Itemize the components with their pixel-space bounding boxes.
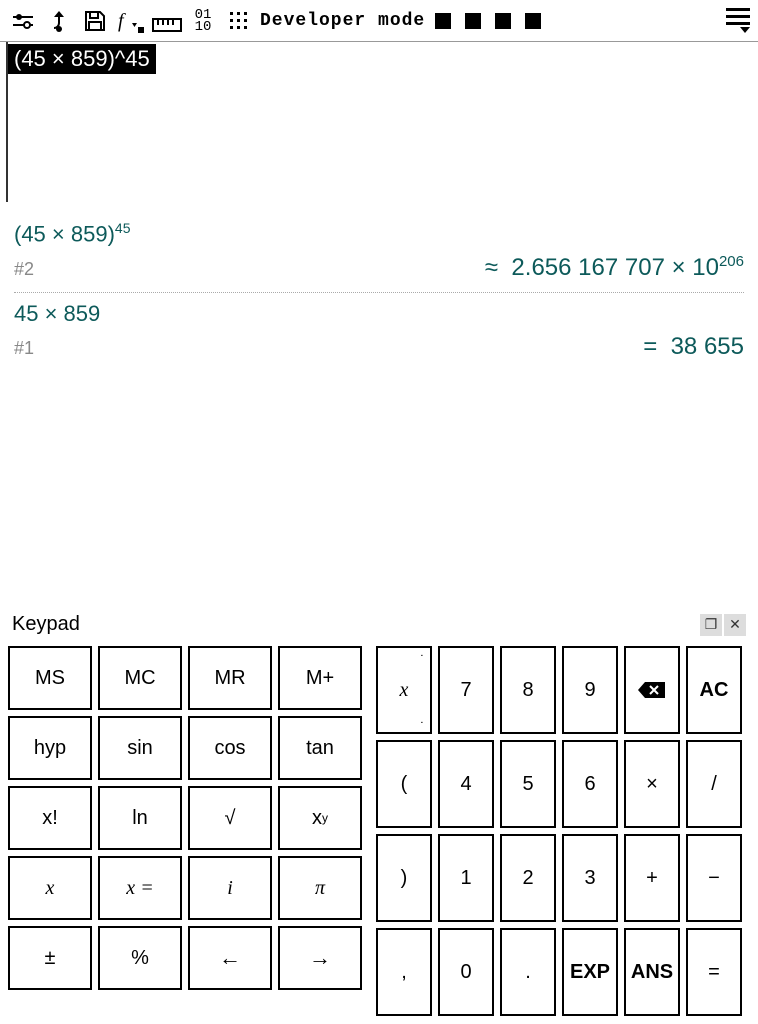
placeholder-icon[interactable] — [525, 13, 541, 29]
keypad-key-MC[interactable]: MC — [98, 646, 182, 710]
keypad-panel: Keypad ❐ ✕ MSMCMRM+hypsincostanx!ln√xyxx… — [0, 601, 758, 1024]
menu-icon[interactable] — [718, 8, 750, 33]
keypad-key-ANS[interactable]: ANS — [624, 928, 680, 1016]
keypad-key-2[interactable]: 2 — [500, 834, 556, 922]
binary-icon[interactable]: 0110 — [188, 6, 218, 36]
history-result: = 38 655 — [643, 333, 744, 361]
keypad-key-x[interactable]: x! — [8, 786, 92, 850]
keypad-key-8[interactable]: 8 — [500, 646, 556, 734]
keypad-key-6[interactable]: 6 — [562, 740, 618, 828]
ruler-icon[interactable] — [152, 6, 182, 36]
close-icon[interactable]: ✕ — [724, 614, 746, 636]
keypad-right-grid: x⠂⠂789 AC (456×/)123+−,0.EXPANS= — [376, 646, 742, 1016]
keypad-key-[interactable]: √ — [188, 786, 272, 850]
keypad-key-3[interactable]: 3 — [562, 834, 618, 922]
keypad-key-MR[interactable]: MR — [188, 646, 272, 710]
keypad-key-x[interactable]: x = — [98, 856, 182, 920]
save-icon[interactable] — [80, 6, 110, 36]
keypad-key-M[interactable]: M+ — [278, 646, 362, 710]
arrow-right-icon — [309, 945, 331, 971]
keypad-key-[interactable]: ± — [8, 926, 92, 990]
keypad-key-x[interactable]: x — [8, 856, 92, 920]
history-input: (45 × 859)45 — [14, 220, 744, 247]
keypad-key-[interactable]: π — [278, 856, 362, 920]
history-panel: (45 × 859)45 #2 ≈ 2.656 167 707 × 10206 45 … — [0, 202, 758, 381]
keypad-key-[interactable]: % — [98, 926, 182, 990]
keypad-key-[interactable]: , — [376, 928, 432, 1016]
keypad-key-[interactable]: ) — [376, 834, 432, 922]
keypad-key-[interactable]: − — [686, 834, 742, 922]
detach-icon[interactable]: ❐ — [700, 614, 722, 636]
placeholder-icon[interactable] — [465, 13, 481, 29]
keypad-key-i[interactable]: i — [188, 856, 272, 920]
placeholder-icon[interactable] — [435, 13, 451, 29]
history-result: ≈ 2.656 167 707 × 10206 — [485, 253, 744, 282]
keypad-key-[interactable]: ( — [376, 740, 432, 828]
keypad-key-x[interactable]: x⠂⠂ — [376, 646, 432, 734]
keypad-key-MS[interactable]: MS — [8, 646, 92, 710]
keypad-key-[interactable]: . — [500, 928, 556, 1016]
keypad-key-[interactable] — [278, 926, 362, 990]
keypad-key-cos[interactable]: cos — [188, 716, 272, 780]
keypad-key-9[interactable]: 9 — [562, 646, 618, 734]
keypad-key-[interactable]: = — [686, 928, 742, 1016]
keypad-key-0[interactable]: 0 — [438, 928, 494, 1016]
keypad-key-[interactable]: + — [624, 834, 680, 922]
history-entry[interactable]: (45 × 859)45 #2 ≈ 2.656 167 707 × 10206 — [14, 212, 744, 293]
keypad-key-[interactable]: / — [686, 740, 742, 828]
keypad-left-grid: MSMCMRM+ hypsincostan x!ln√xy xx =iπ ±% — [8, 646, 362, 1016]
keypad-key-1[interactable]: 1 — [438, 834, 494, 922]
svg-text:f: f — [118, 10, 126, 32]
toolbar: f 0110 Developer mode — [0, 0, 758, 42]
keypad-key-x[interactable]: xy — [278, 786, 362, 850]
developer-mode-label: Developer mode — [260, 11, 425, 31]
grid-icon[interactable] — [224, 6, 254, 36]
keypad-title: Keypad — [12, 613, 80, 636]
current-expression: (45 × 859)^45 — [8, 44, 156, 74]
keypad-key-EXP[interactable]: EXP — [562, 928, 618, 1016]
expression-input-area[interactable]: (45 × 859)^45 — [6, 42, 758, 202]
undo-icon[interactable] — [44, 6, 74, 36]
backspace-icon — [637, 680, 667, 700]
history-entry[interactable]: 45 × 859 #1 = 38 655 — [14, 293, 744, 371]
placeholder-icon[interactable] — [495, 13, 511, 29]
keypad-key-hyp[interactable]: hyp — [8, 716, 92, 780]
keypad-key-sin[interactable]: sin — [98, 716, 182, 780]
history-id: #1 — [14, 338, 34, 359]
history-id: #2 — [14, 259, 34, 280]
history-input: 45 × 859 — [14, 301, 744, 327]
keypad-key-ln[interactable]: ln — [98, 786, 182, 850]
keypad-key-7[interactable]: 7 — [438, 646, 494, 734]
keypad-key-4[interactable]: 4 — [438, 740, 494, 828]
function-icon[interactable]: f — [116, 6, 146, 36]
keypad-key-[interactable] — [624, 646, 680, 734]
keypad-key-[interactable] — [188, 926, 272, 990]
keypad-key-AC[interactable]: AC — [686, 646, 742, 734]
keypad-key-tan[interactable]: tan — [278, 716, 362, 780]
settings-sliders-icon[interactable] — [8, 6, 38, 36]
keypad-key-5[interactable]: 5 — [500, 740, 556, 828]
keypad-key-[interactable]: × — [624, 740, 680, 828]
arrow-left-icon — [219, 945, 241, 971]
